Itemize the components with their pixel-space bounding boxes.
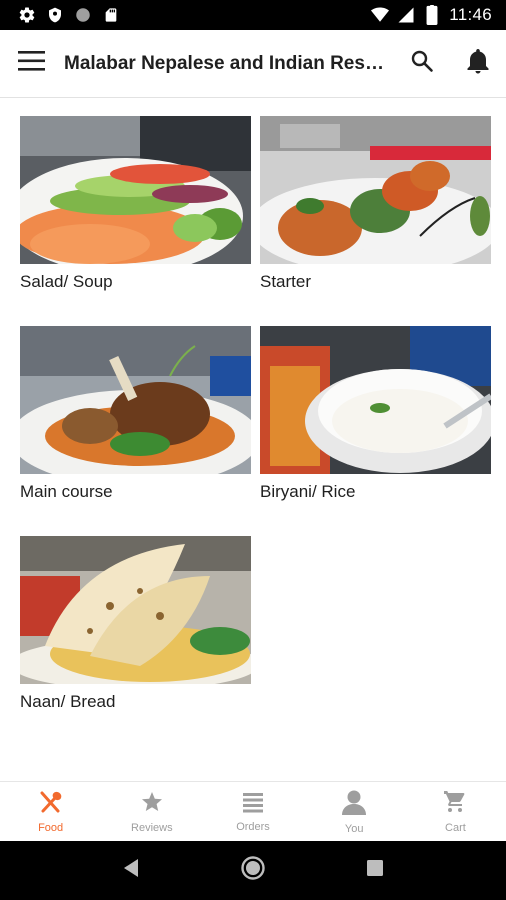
nav-label-orders: Orders — [236, 820, 270, 833]
category-label: Naan/ Bread — [20, 692, 116, 711]
nav-label-food: Food — [38, 821, 64, 834]
app-bar: Malabar Nepalese and Indian Resta... — [0, 30, 506, 98]
category-label: Starter — [260, 272, 312, 291]
status-time: 11:46 — [449, 5, 492, 24]
status-left-icons — [18, 6, 120, 24]
nav-label-cart: Cart — [445, 821, 466, 834]
nav-item-orders[interactable]: Orders — [202, 782, 303, 841]
nav-item-food[interactable]: Food — [0, 782, 101, 841]
category-card-starter[interactable]: Starter — [260, 116, 491, 292]
category-label: Salad/ Soup — [20, 272, 113, 291]
nav-item-cart[interactable]: Cart — [405, 782, 506, 841]
back-triangle-icon — [122, 858, 140, 883]
category-card-naan-bread[interactable]: Naan/ Bread — [20, 536, 251, 712]
fork-spoon-icon — [38, 790, 64, 819]
bottom-navigation: Food Reviews Orders You Cart — [0, 781, 506, 841]
cart-icon — [442, 790, 468, 819]
nav-item-reviews[interactable]: Reviews — [101, 782, 202, 841]
nav-label-reviews: Reviews — [131, 821, 173, 834]
person-icon — [341, 789, 367, 820]
menu-button[interactable] — [0, 30, 64, 98]
biryani-rice-image — [260, 326, 491, 474]
notifications-button[interactable] — [450, 30, 506, 98]
recents-button[interactable] — [355, 851, 395, 891]
status-bar: 11:46 — [0, 0, 506, 30]
category-grid: Salad/ Soup Starter Main course Biryani/… — [0, 98, 506, 781]
naan-bread-image — [20, 536, 251, 684]
shield-icon — [46, 6, 64, 24]
circle-icon — [74, 6, 92, 24]
nav-label-you: You — [344, 822, 364, 835]
starter-image — [260, 116, 491, 264]
wifi-icon — [371, 6, 390, 24]
category-card-salad-soup[interactable]: Salad/ Soup — [20, 116, 251, 292]
home-button[interactable] — [233, 851, 273, 891]
back-button[interactable] — [111, 851, 151, 891]
page-title: Malabar Nepalese and Indian Resta... — [64, 52, 394, 74]
sd-card-icon — [102, 6, 120, 24]
battery-icon — [423, 5, 441, 25]
orders-list-icon — [242, 791, 264, 818]
category-label: Main course — [20, 482, 113, 501]
search-icon — [410, 49, 434, 78]
hamburger-menu-icon — [18, 50, 46, 77]
category-label: Biryani/ Rice — [260, 482, 356, 501]
bell-icon — [466, 48, 490, 79]
search-button[interactable] — [394, 30, 450, 98]
category-card-main-course[interactable]: Main course — [20, 326, 251, 502]
settings-icon — [18, 6, 36, 24]
system-navigation-bar — [0, 841, 506, 900]
category-card-biryani-rice[interactable]: Biryani/ Rice — [260, 326, 491, 502]
status-right-icons: 11:46 — [371, 5, 492, 25]
signal-icon — [397, 6, 415, 24]
main-course-image — [20, 326, 251, 474]
salad-soup-image — [20, 116, 251, 264]
recents-square-icon — [366, 859, 384, 882]
star-icon — [140, 790, 164, 819]
home-circle-icon — [240, 855, 266, 886]
nav-item-you[interactable]: You — [304, 782, 405, 841]
